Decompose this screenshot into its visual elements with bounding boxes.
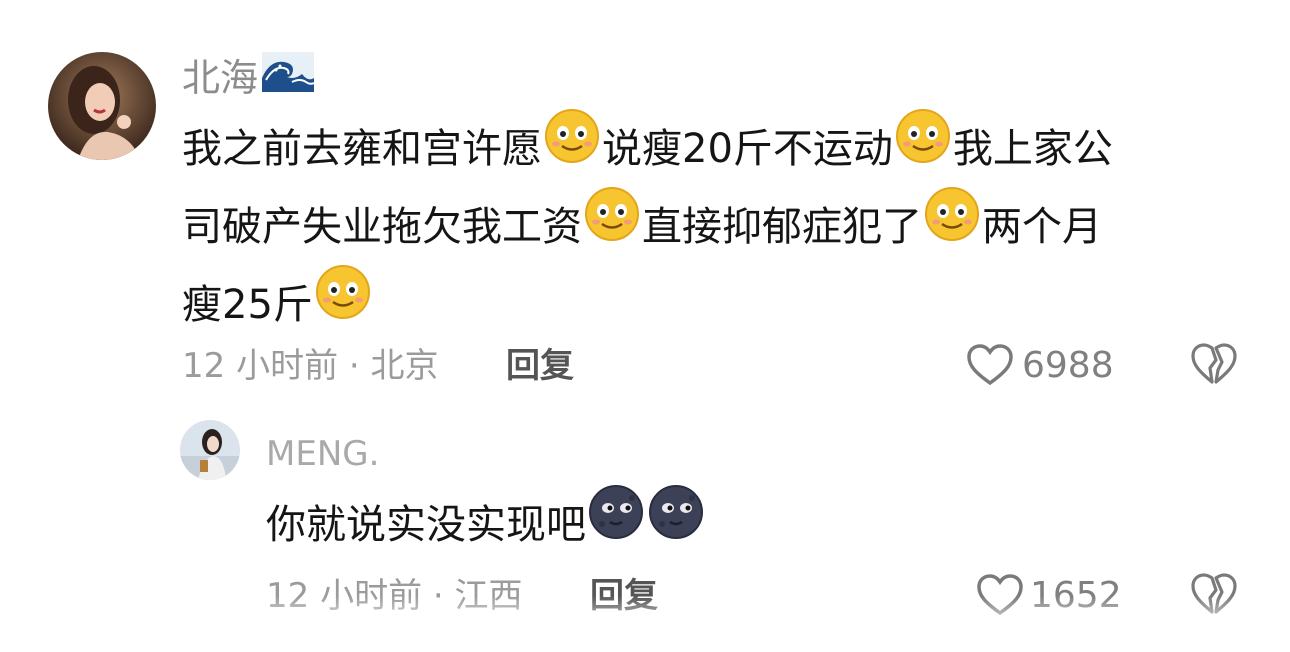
dislike-button[interactable] [1190, 342, 1238, 386]
text-segment: 司破产失业拖欠我工资 [182, 204, 582, 250]
text-segment: 我上家公 [952, 126, 1113, 172]
avatar[interactable] [180, 420, 240, 480]
comment-line-2: 司破产失业拖欠我工资 直接抑郁症犯了 两个月 [182, 187, 1242, 268]
location: 北京 [370, 346, 439, 386]
comment-text: 你就说实没实现吧 [266, 485, 706, 566]
username[interactable]: MENG. [266, 432, 379, 476]
smiling-face-icon [584, 186, 640, 264]
text-segment: 我之前去雍和宫许愿 [182, 126, 542, 172]
wave-icon [262, 52, 315, 101]
text-segment: 瘦25斤 [182, 282, 313, 328]
like-count: 6988 [1022, 344, 1114, 386]
reply-button[interactable]: 回复 [590, 574, 658, 618]
reply-button[interactable]: 回复 [506, 344, 574, 388]
timestamp: 12 小时前 [182, 346, 339, 386]
broken-heart-icon [1191, 573, 1237, 614]
text-segment: 两个月 [982, 204, 1102, 250]
like-button[interactable]: 6988 [966, 340, 1114, 390]
avatar[interactable] [48, 52, 156, 160]
smiling-face-icon [544, 108, 600, 186]
comment-line-3: 瘦25斤 [182, 265, 1242, 346]
heart-icon [976, 573, 1024, 617]
separator: · [432, 576, 444, 616]
timestamp: 12 小时前 [266, 576, 423, 616]
text-segment: 直接抑郁症犯了 [642, 204, 922, 250]
separator: · [348, 346, 360, 386]
like-count: 1652 [1030, 574, 1122, 616]
smiling-face-icon [895, 108, 951, 186]
new-moon-face-icon [588, 484, 644, 562]
dislike-button[interactable] [1190, 572, 1238, 616]
smiling-face-icon [315, 264, 371, 342]
location: 江西 [454, 576, 523, 616]
new-moon-face-icon [648, 484, 704, 562]
comment-text: 我之前去雍和宫许愿 说瘦20斤不运动 我上家公 司破产失业拖欠我工资 直接抑郁症犯了 两… [182, 109, 1242, 346]
text-segment: 你就说实没实现吧 [266, 502, 586, 548]
comment-line-1: 我之前去雍和宫许愿 说瘦20斤不运动 我上家公 [182, 109, 1242, 190]
heart-icon [966, 343, 1014, 387]
comment-meta: 12 小时前 · 江西 [266, 574, 523, 618]
like-button[interactable]: 1652 [976, 570, 1122, 620]
broken-heart-icon [1191, 343, 1237, 384]
username-text[interactable]: 北海 [182, 56, 258, 100]
comment-meta: 12 小时前 · 北京 [182, 344, 439, 388]
username[interactable]: 北海 [182, 52, 315, 105]
text-segment: 说瘦20斤不运动 [602, 126, 893, 172]
smiling-face-icon [924, 186, 980, 264]
